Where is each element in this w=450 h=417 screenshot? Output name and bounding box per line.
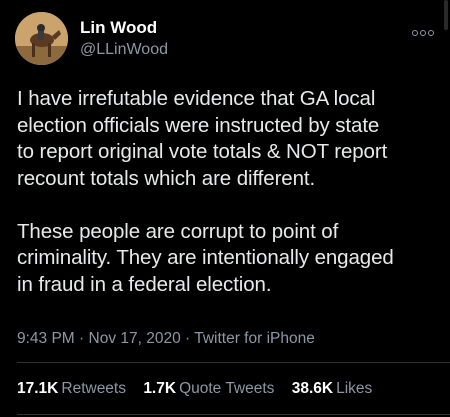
tweet-line: election officials were instructed by st…	[17, 113, 380, 137]
tweet-meta: 9:43 PM · Nov 17, 2020 · Twitter for iPh…	[17, 330, 315, 348]
tweet-detail: Lin Wood @LLinWood I have irrefutable ev…	[0, 0, 450, 417]
meta-separator: ·	[180, 330, 195, 347]
likes-stat[interactable]: 38.6K Likes	[292, 380, 373, 397]
quote-tweets-stat[interactable]: 1.7K Quote Tweets	[143, 380, 274, 397]
tweet-line: recount totals which are different.	[17, 166, 316, 190]
quote-tweets-count: 1.7K	[143, 380, 177, 397]
tweet-paragraph: These people are corrupt to point of cri…	[17, 219, 442, 299]
tweet-line: criminality. They are intentionally enga…	[17, 246, 394, 269]
tweet-line: I have irrefutable evidence that GA loca…	[17, 87, 376, 110]
dot-icon	[420, 30, 426, 36]
tweet-source-link[interactable]: Twitter for iPhone	[194, 330, 315, 347]
tweet-line: in fraud in a federal election.	[17, 272, 272, 296]
more-options-icon[interactable]	[412, 28, 434, 38]
tweet-line: to report original vote totals & NOT rep…	[17, 140, 388, 163]
author-handle[interactable]: @LLinWood	[80, 41, 168, 59]
tweet-paragraph: I have irrefutable evidence that GA loca…	[17, 86, 442, 192]
tweet-stats: 17.1K Retweets 1.7K Quote Tweets 38.6K Like…	[17, 380, 385, 398]
tweet-line: These people are corrupt to point of	[17, 219, 339, 243]
likes-count: 38.6K	[291, 380, 334, 397]
dot-icon	[412, 30, 418, 36]
retweets-stat[interactable]: 17.1K Retweets	[17, 380, 126, 397]
divider	[17, 362, 450, 363]
tweet-text: I have irrefutable evidence that GA loca…	[17, 86, 442, 298]
tweet-date[interactable]: Nov 17, 2020	[89, 330, 181, 347]
author-display-name[interactable]: Lin Wood	[80, 18, 157, 38]
retweets-label: Retweets	[61, 380, 126, 397]
scrollbar[interactable]	[444, 0, 448, 30]
avatar[interactable]	[15, 12, 68, 65]
meta-separator: ·	[74, 330, 89, 347]
likes-label: Likes	[336, 380, 373, 397]
retweets-count: 17.1K	[17, 380, 59, 397]
divider	[17, 414, 450, 415]
avatar-image	[15, 12, 68, 65]
dot-icon	[428, 30, 434, 36]
tweet-time[interactable]: 9:43 PM	[17, 330, 75, 347]
quote-tweets-label: Quote Tweets	[179, 380, 275, 397]
